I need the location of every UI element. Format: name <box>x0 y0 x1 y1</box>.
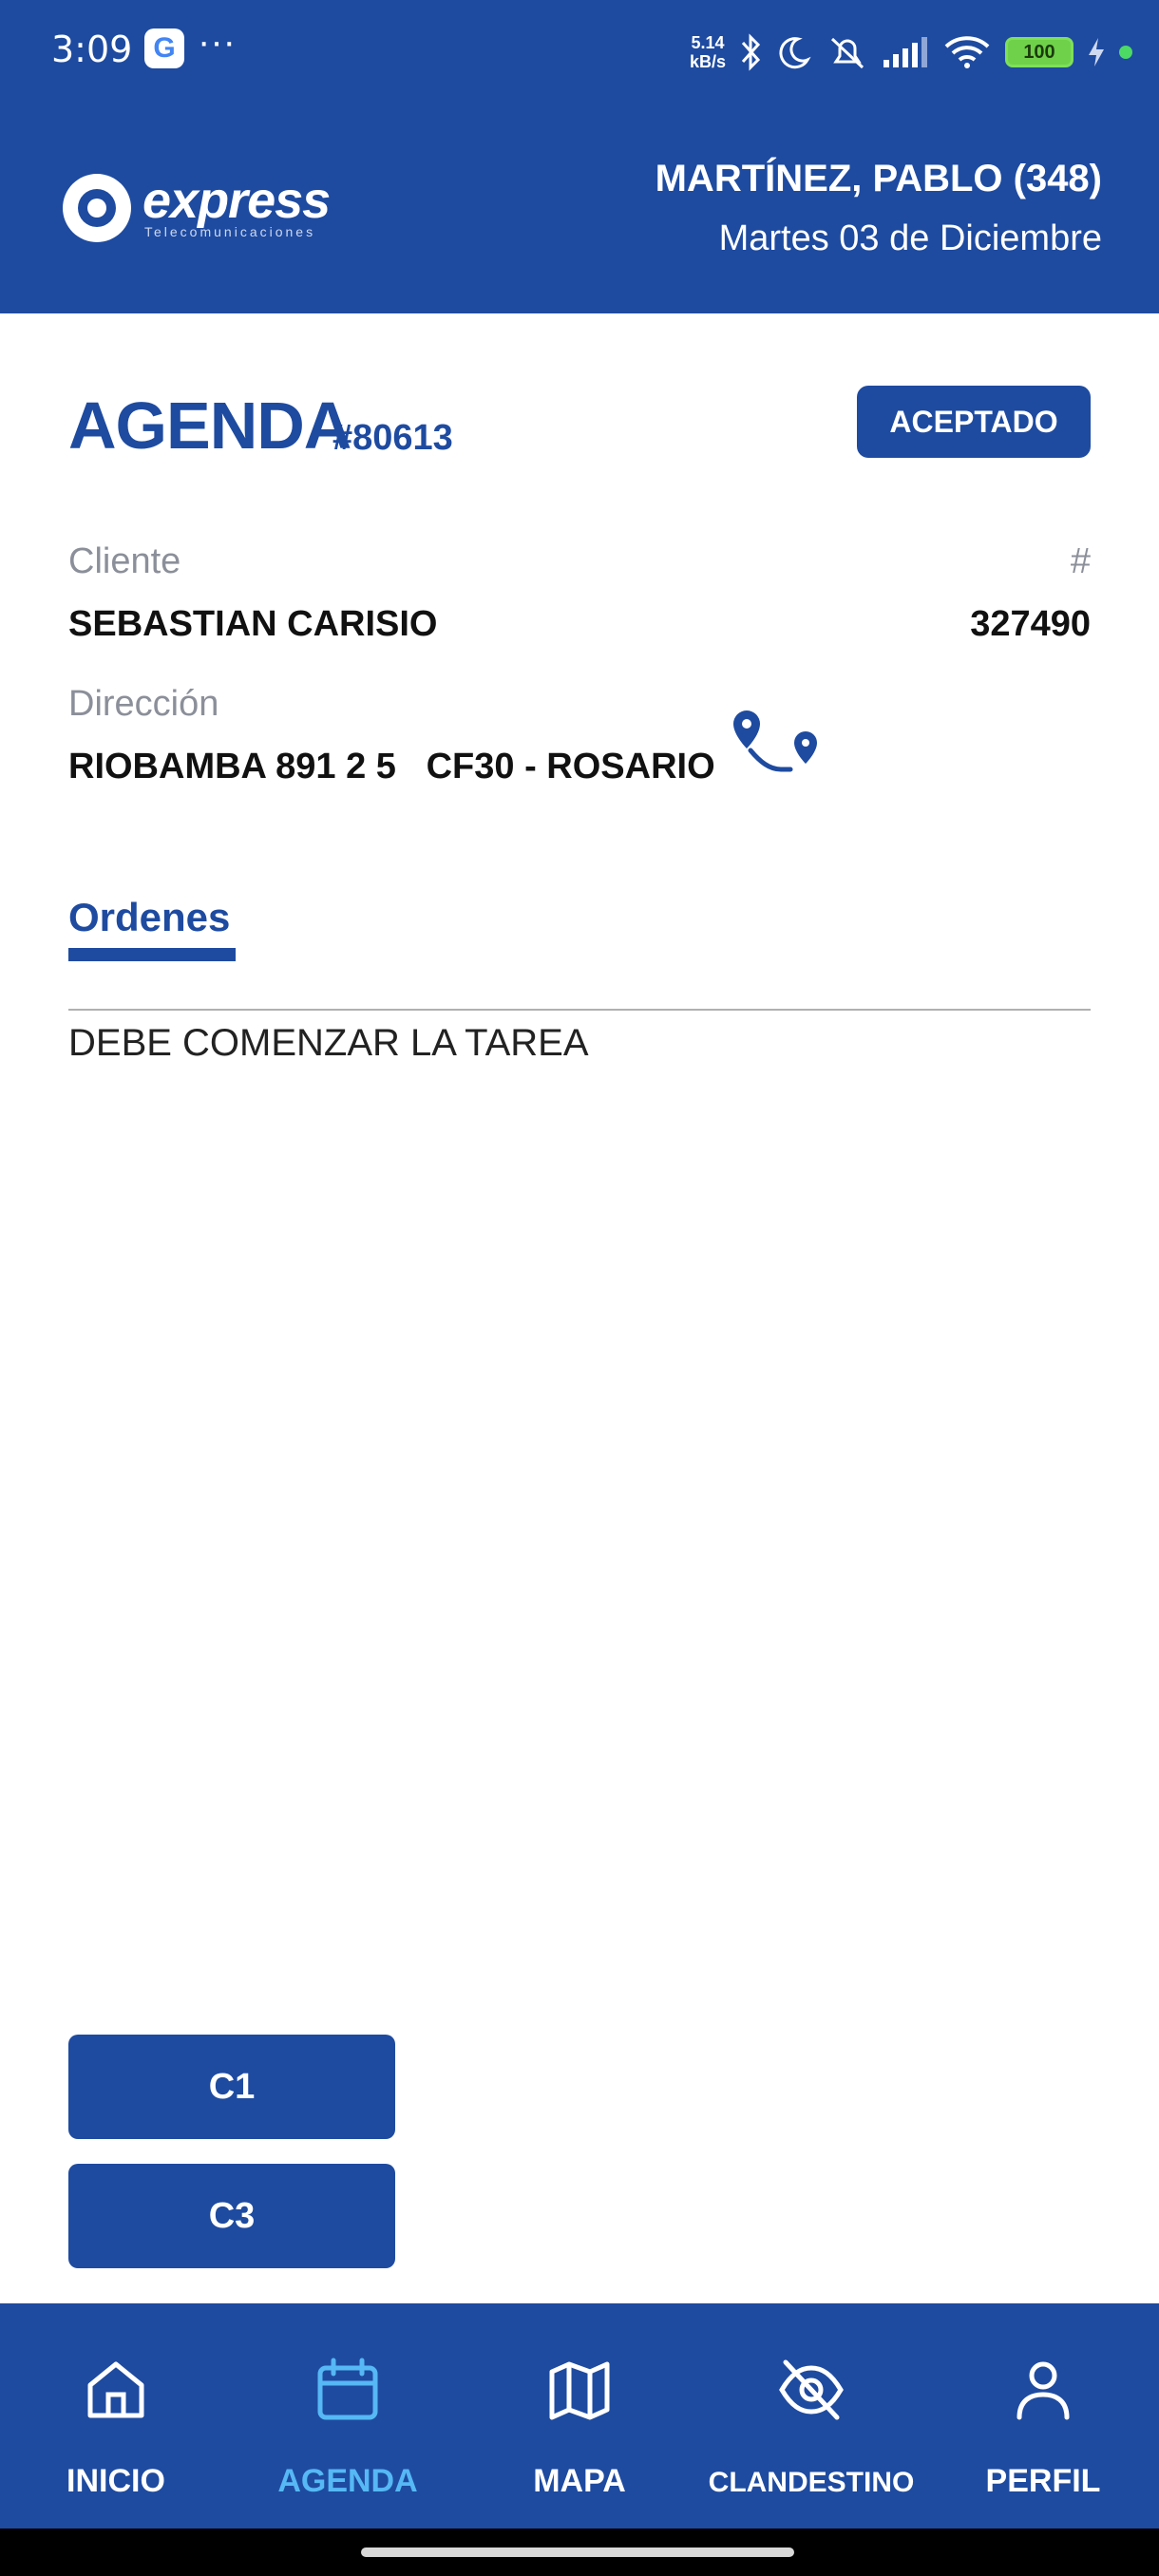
nav-label-perfil: PERFIL <box>985 2463 1101 2499</box>
client-id-label: # <box>1070 541 1091 581</box>
header-date: Martes 03 de Diciembre <box>718 218 1102 258</box>
divider <box>68 1009 1091 1011</box>
c3-button[interactable]: C3 <box>68 2164 395 2268</box>
nav-label-agenda: AGENDA <box>277 2463 418 2499</box>
nav-item-mapa[interactable]: MAPA <box>464 2303 695 2529</box>
tab-indicator <box>68 948 236 961</box>
privacy-indicator-dot <box>1119 46 1132 59</box>
express-logo-mark <box>63 174 131 242</box>
logo-subtext: Telecomunicaciones <box>144 224 316 239</box>
express-logo: express Telecomunicaciones <box>63 171 348 247</box>
page-title: AGENDA <box>68 388 352 463</box>
agenda-number: #80613 <box>332 418 453 458</box>
bluetooth-icon <box>741 33 761 71</box>
home-gesture-bar[interactable] <box>361 2548 794 2557</box>
bottom-nav: INICIO AGENDA MAPA CLANDESTINO PERFIL <box>0 2303 1159 2529</box>
status-bar: 3:09 G ··· 5.14 kB/s 100 <box>0 0 1159 101</box>
nav-item-clandestino[interactable]: CLANDESTINO <box>695 2303 927 2529</box>
client-id-value: 327490 <box>970 604 1091 644</box>
battery-icon: 100 <box>1005 37 1074 67</box>
c1-button[interactable]: C1 <box>68 2035 395 2139</box>
google-icon: G <box>144 28 184 68</box>
moon-icon <box>779 37 811 69</box>
status-icons: 5.14 kB/s 100 <box>690 28 1132 76</box>
signal-icon <box>884 37 927 67</box>
client-label: Cliente <box>68 541 181 581</box>
eye-off-icon <box>779 2359 844 2420</box>
charging-icon <box>1089 38 1104 66</box>
nav-item-perfil[interactable]: PERFIL <box>927 2303 1159 2529</box>
mute-bell-icon <box>830 37 864 69</box>
map-icon <box>549 2361 610 2420</box>
route-icon[interactable] <box>722 703 826 779</box>
client-name: SEBASTIAN CARISIO <box>68 604 438 644</box>
nav-item-agenda[interactable]: AGENDA <box>232 2303 464 2529</box>
status-time: 3:09 <box>51 28 133 70</box>
home-icon <box>87 2361 144 2418</box>
network-speed: 5.14 kB/s <box>690 33 726 71</box>
logo-text: express <box>142 172 331 229</box>
user-name: MARTÍNEZ, PABLO (348) <box>655 158 1102 199</box>
address-value: RIOBAMBA 891 2 5 CF30 - ROSARIO <box>68 747 715 786</box>
network-speed-value: 5.14 <box>691 33 725 52</box>
calendar-icon <box>317 2358 378 2420</box>
gesture-area <box>0 2529 1159 2576</box>
nav-label-inicio: INICIO <box>66 2463 165 2499</box>
network-speed-unit: kB/s <box>689 52 726 71</box>
wifi-icon <box>944 36 990 68</box>
nav-label-clandestino: CLANDESTINO <box>708 2467 915 2498</box>
status-button[interactable]: ACEPTADO <box>857 386 1091 458</box>
nav-item-inicio[interactable]: INICIO <box>0 2303 232 2529</box>
user-icon <box>1016 2361 1070 2420</box>
address-label: Dirección <box>68 684 219 724</box>
more-notifications-icon: ··· <box>198 21 236 63</box>
order-message: DEBE COMENZAR LA TAREA <box>68 1022 589 1064</box>
tab-ordenes[interactable]: Ordenes <box>68 895 230 940</box>
nav-label-mapa: MAPA <box>533 2463 626 2499</box>
